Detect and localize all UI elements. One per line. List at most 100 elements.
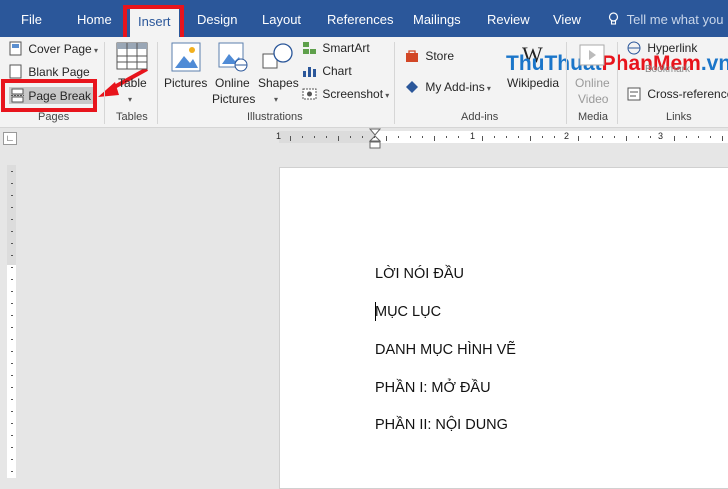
- vertical-ruler[interactable]: [0, 147, 22, 478]
- hyperlink-button[interactable]: Hyperlink: [627, 41, 697, 55]
- tab-selector-icon[interactable]: ∟: [3, 132, 17, 145]
- ruler-tick: [518, 136, 519, 138]
- online-pictures-icon: [218, 42, 248, 72]
- cross-reference-label: Cross-reference: [647, 87, 728, 101]
- screenshot-button[interactable]: Screenshot ▾: [302, 87, 389, 101]
- vruler-margin: [7, 165, 16, 265]
- ruler-tick: [326, 136, 327, 138]
- ruler-tick: [11, 375, 13, 376]
- ruler-tick: [11, 291, 13, 292]
- paragraph[interactable]: DANH MỤC HÌNH VẼ: [375, 342, 516, 358]
- lightbulb-icon: [608, 12, 619, 25]
- table-label: Table: [118, 76, 147, 90]
- tab-mailings[interactable]: Mailings: [413, 0, 461, 37]
- ruler-tick: [446, 136, 447, 138]
- blank-page-button[interactable]: Blank Page: [9, 64, 90, 79]
- ruler-margin: [279, 131, 375, 143]
- page-break-button[interactable]: Page Break: [9, 87, 94, 104]
- ruler-tick: [698, 136, 699, 138]
- blank-page-label: Blank Page: [28, 65, 90, 79]
- ruler-tick: [626, 136, 627, 141]
- ruler-tick: [11, 255, 13, 256]
- wikipedia-label: Wikipedia: [507, 76, 560, 90]
- shapes-button[interactable]: Shapes ▾: [256, 42, 300, 108]
- smartart-button[interactable]: SmartArt: [302, 41, 370, 55]
- ruler-tick: [506, 136, 507, 138]
- ruler-tick: [542, 136, 543, 138]
- paragraph[interactable]: PHẦN I: MỞ ĐẦU: [375, 380, 491, 396]
- online-pictures-button[interactable]: Online Pictures: [211, 42, 255, 108]
- horizontal-ruler[interactable]: ∟ 1 1 2 3: [0, 128, 728, 150]
- ruler-tick: [674, 136, 675, 141]
- ruler-tick: [11, 447, 13, 448]
- ruler-tick: [11, 363, 13, 364]
- group-separator: [104, 42, 105, 124]
- addins-icon: [406, 81, 418, 93]
- ruler-tick: [11, 399, 13, 400]
- ruler-tick: [686, 136, 687, 138]
- ruler-tick: [722, 136, 723, 141]
- ruler-tick: [11, 351, 13, 352]
- document-page[interactable]: [279, 167, 728, 489]
- ruler-tick: [314, 136, 315, 138]
- bookmark-button[interactable]: Bookmark: [645, 64, 690, 75]
- group-separator: [617, 42, 618, 124]
- tab-home[interactable]: Home: [77, 0, 112, 37]
- tab-view[interactable]: View: [553, 0, 581, 37]
- online-pictures-label-1: Online: [215, 76, 250, 90]
- ruler-tick: [11, 207, 13, 208]
- ruler-tick: [398, 136, 399, 138]
- online-pictures-label-2: Pictures: [212, 92, 256, 106]
- screenshot-label: Screenshot: [322, 87, 384, 101]
- cover-page-button[interactable]: Cover Page ▾: [9, 41, 98, 56]
- ruler-number: 2: [564, 131, 570, 141]
- cover-page-icon: [9, 41, 22, 56]
- tab-insert[interactable]: Insert: [130, 7, 179, 37]
- paragraph[interactable]: PHẦN II: NỘI DUNG: [375, 417, 508, 433]
- tab-file[interactable]: File: [21, 0, 42, 37]
- store-label: Store: [425, 49, 455, 63]
- tab-review[interactable]: Review: [487, 0, 530, 37]
- ruler-tick: [11, 243, 13, 244]
- tab-layout[interactable]: Layout: [262, 0, 301, 37]
- ruler-tick: [530, 136, 531, 141]
- illustrations-group-label: Illustrations: [247, 111, 303, 123]
- online-video-label-1: Online: [575, 76, 610, 90]
- store-button[interactable]: Store: [405, 49, 454, 63]
- paragraph[interactable]: MỤC LỤC: [375, 304, 441, 320]
- online-video-icon: [579, 44, 605, 66]
- ruler-tick: [290, 136, 291, 141]
- ruler-tick: [434, 136, 435, 141]
- indent-marker-icon[interactable]: [369, 128, 381, 150]
- paragraph[interactable]: LỜI NÓI ĐẦU: [375, 266, 464, 282]
- ruler-tick: [11, 303, 13, 304]
- ruler-tick: [11, 339, 13, 340]
- tell-me-box[interactable]: Tell me what you: [608, 0, 723, 37]
- chart-button[interactable]: Chart: [302, 64, 352, 78]
- ruler-tick: [11, 195, 13, 196]
- blank-page-icon: [9, 64, 22, 79]
- pictures-button[interactable]: Pictures: [164, 42, 208, 108]
- ruler-tick: [710, 136, 711, 138]
- tab-design[interactable]: Design: [197, 0, 237, 37]
- ruler-tick: [494, 136, 495, 138]
- pages-group-label: Pages: [38, 111, 70, 123]
- group-separator: [394, 42, 395, 124]
- tab-references[interactable]: References: [327, 0, 393, 37]
- addins-group-label: Add-ins: [461, 111, 499, 123]
- chart-label: Chart: [322, 64, 352, 78]
- links-group-label: Links: [666, 111, 692, 123]
- ruler-tick: [11, 459, 13, 460]
- my-addins-label: My Add-ins: [425, 80, 485, 94]
- ruler-tick: [11, 171, 13, 172]
- page-break-label: Page Break: [28, 89, 92, 103]
- smartart-label: SmartArt: [322, 41, 370, 55]
- ruler-tick: [11, 231, 13, 232]
- ruler-tick: [602, 136, 603, 138]
- ruler-tick: [386, 136, 387, 141]
- cross-reference-button[interactable]: Cross-reference: [627, 87, 728, 101]
- ruler-tick: [11, 471, 13, 472]
- my-addins-button[interactable]: My Add-ins ▾: [405, 80, 491, 94]
- smartart-icon: [303, 42, 316, 54]
- online-video-label-2: Video: [578, 92, 609, 106]
